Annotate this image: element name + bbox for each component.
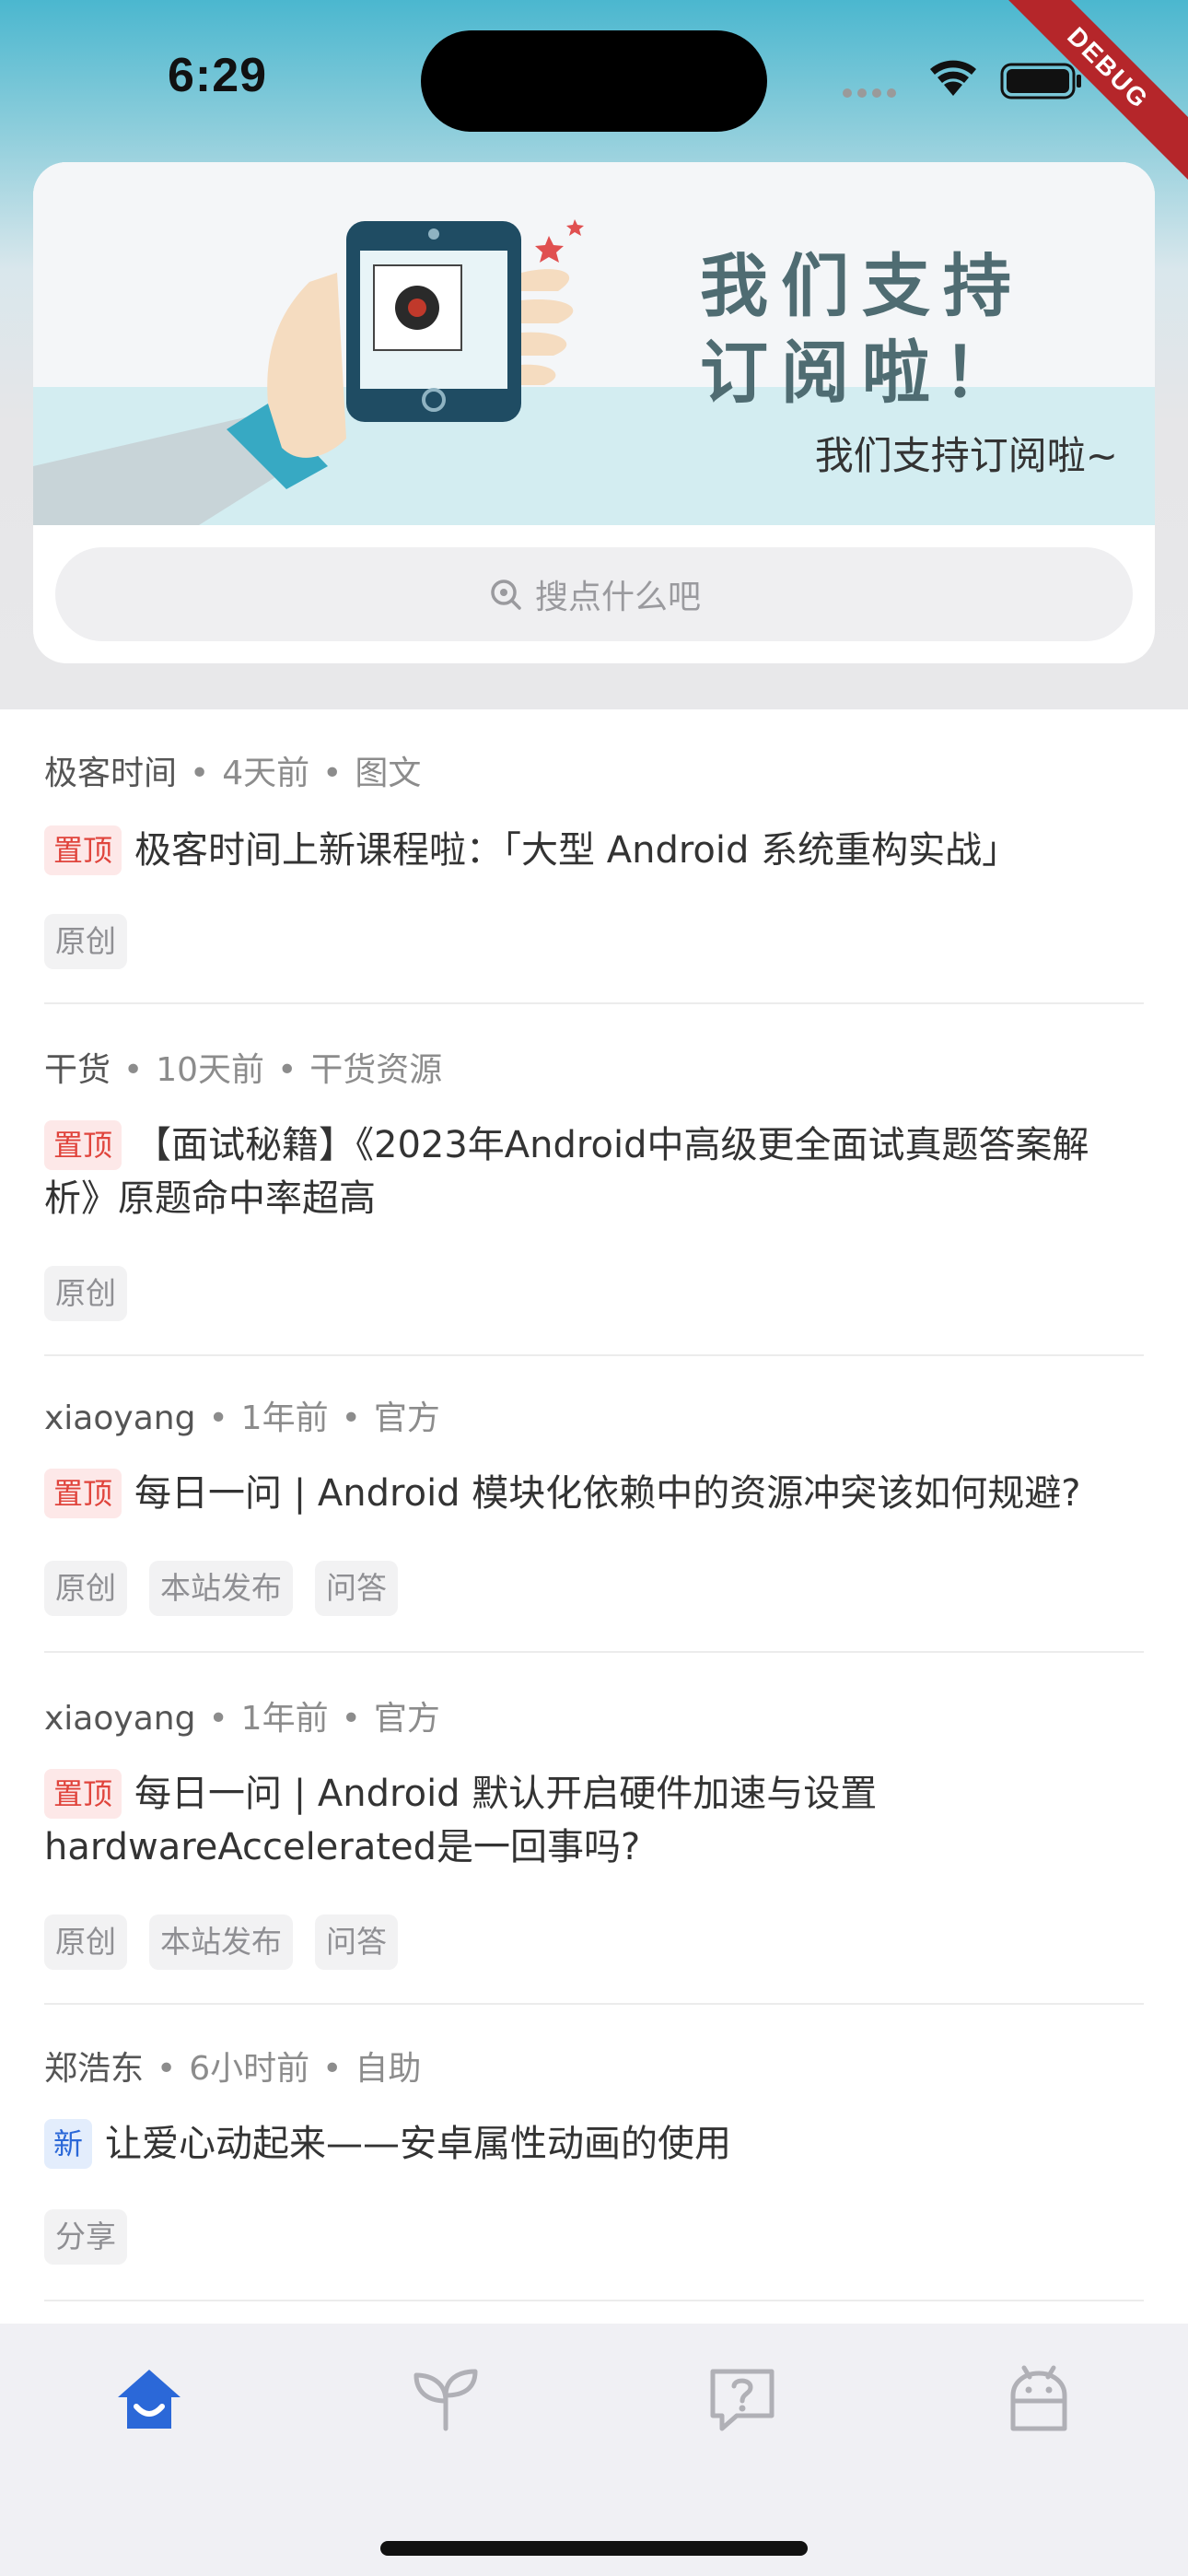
article-tag[interactable]: 分享 (44, 2209, 127, 2265)
list-item[interactable]: 郑浩东 • 6小时前 • 自助 新让爱心动起来——安卓属性动画的使用 分享 (44, 2005, 1144, 2301)
cellular-signal-icon (843, 88, 896, 98)
pinned-badge: 置顶 (44, 1769, 122, 1819)
article-tags: 原创 (44, 1266, 127, 1321)
pinned-badge: 置顶 (44, 1469, 122, 1518)
article-time: 1年前 (240, 1700, 329, 1738)
banner-subtitle: 我们支持订阅啦~ (814, 433, 1118, 478)
article-meta: xiaoyang • 1年前 • 官方 (44, 1700, 440, 1738)
wifi-icon (930, 60, 976, 96)
article-time: 10天前 (156, 1051, 265, 1089)
status-time: 6:29 (168, 49, 268, 102)
bottom-nav (0, 2324, 1188, 2576)
home-icon (118, 2370, 181, 2429)
search-placeholder: 搜点什么吧 (534, 579, 701, 616)
article-title-row: 置顶 【面试秘籍】《2023年Android中高级更全面试真题答案解析》原题命中率… (44, 1118, 1144, 1225)
article-author[interactable]: xiaoyang (44, 1399, 195, 1437)
banner-heading: 我们支持 订阅啦！ (586, 243, 1138, 416)
article-author[interactable]: 极客时间 (44, 755, 177, 792)
article-tag[interactable]: 本站发布 (149, 1914, 293, 1970)
article-title-row: 置顶 每日一问 | Android 默认开启硬件加速与设置 hardwareAcc… (44, 1767, 1144, 1874)
article-category[interactable]: 图文 (355, 755, 421, 792)
pinned-badge: 置顶 (44, 1120, 122, 1170)
article-title: 【面试秘籍】《2023年Android中高级更全面试真题答案解析》原题命中率超高 (44, 1124, 1089, 1220)
article-tags: 原创 (44, 914, 127, 969)
nav-tab-sprout[interactable] (409, 2362, 483, 2436)
article-tag[interactable]: 原创 (44, 1914, 127, 1970)
battery-icon (1000, 63, 1081, 100)
article-tag[interactable]: 本站发布 (149, 1561, 293, 1616)
article-title-row: 置顶 每日一问 | Android 模块化依赖中的资源冲突该如何规避? (44, 1467, 1144, 1520)
article-author[interactable]: 郑浩东 (44, 2050, 144, 2088)
article-tag[interactable]: 原创 (44, 1266, 127, 1321)
article-title: 每日一问 | Android 默认开启硬件加速与设置 hardwareAccel… (44, 1773, 878, 1868)
article-category[interactable]: 自助 (355, 2050, 421, 2088)
article-title: 极客时间上新课程啦：「大型 Android 系统重构实战」 (134, 829, 1019, 872)
home-indicator (380, 2541, 808, 2556)
search-icon (491, 580, 521, 610)
list-item[interactable]: 极客时间 • 4天前 • 图文 置顶 极客时间上新课程啦：「大型 Android 系统重构… (44, 709, 1144, 1004)
new-badge: 新 (44, 2119, 93, 2169)
article-tag[interactable]: 问答 (315, 1561, 398, 1616)
article-title: 每日一问 | Android 模块化依赖中的资源冲突该如何规避? (134, 1472, 1081, 1515)
status-icons (843, 60, 1081, 100)
list-item[interactable]: xiaoyang • 1年前 • 官方 置顶 每日一问 | Android 模块化依赖中的… (44, 1356, 1144, 1653)
article-time: 1年前 (240, 1399, 329, 1437)
android-icon (1010, 2365, 1067, 2431)
article-meta: 极客时间 • 4天前 • 图文 (44, 755, 422, 792)
status-bar: 6:29 DEBUG (0, 0, 1188, 192)
banner-heading-line1: 我们支持 (700, 247, 1024, 326)
pinned-badge: 置顶 (44, 825, 122, 875)
article-title-row: 新让爱心动起来——安卓属性动画的使用 (44, 2117, 1144, 2171)
subscription-banner[interactable]: 我们支持 订阅啦！ 我们支持订阅啦~ (33, 162, 1155, 525)
article-time: 4天前 (222, 755, 310, 792)
article-category[interactable]: 官方 (374, 1399, 440, 1437)
header-card: 我们支持 订阅啦！ 我们支持订阅啦~ 搜点什么吧 (33, 162, 1155, 663)
article-tag[interactable]: 问答 (315, 1914, 398, 1970)
nav-tab-home[interactable] (112, 2362, 186, 2436)
list-item[interactable]: xiaoyang • 1年前 • 官方 置顶 每日一问 | Android 默认开启硬件加… (44, 1653, 1144, 2005)
article-meta: xiaoyang • 1年前 • 官方 (44, 1399, 440, 1437)
banner-heading-line2: 订阅啦！ (700, 334, 1024, 413)
article-title-row: 置顶 极客时间上新课程啦：「大型 Android 系统重构实战」 (44, 824, 1144, 877)
phone-in-hand-illustration (33, 219, 584, 525)
article-tag[interactable]: 原创 (44, 914, 127, 969)
article-tag[interactable]: 原创 (44, 1561, 127, 1616)
article-tags: 分享 (44, 2209, 127, 2265)
search-bar[interactable]: 搜点什么吧 (55, 547, 1133, 641)
article-author[interactable]: xiaoyang (44, 1700, 195, 1738)
article-tags: 原创 本站发布 问答 (44, 1561, 398, 1616)
article-category[interactable]: 干货资源 (309, 1051, 442, 1089)
article-author[interactable]: 干货 (44, 1051, 111, 1089)
dynamic-island (421, 30, 767, 132)
article-category[interactable]: 官方 (374, 1700, 440, 1738)
nav-tab-questions[interactable] (705, 2362, 779, 2436)
article-meta: 郑浩东 • 6小时前 • 自助 (44, 2050, 422, 2088)
article-title: 让爱心动起来——安卓属性动画的使用 (105, 2123, 732, 2165)
article-tags: 原创 本站发布 问答 (44, 1914, 398, 1970)
list-item[interactable]: 干货 • 10天前 • 干货资源 置顶 【面试秘籍】《2023年Android中高级更全面… (44, 1004, 1144, 1356)
question-icon (710, 2369, 775, 2431)
nav-tab-android[interactable] (1002, 2362, 1076, 2436)
article-time: 6小时前 (189, 2050, 310, 2088)
article-meta: 干货 • 10天前 • 干货资源 (44, 1051, 443, 1089)
sprout-icon (413, 2369, 478, 2431)
